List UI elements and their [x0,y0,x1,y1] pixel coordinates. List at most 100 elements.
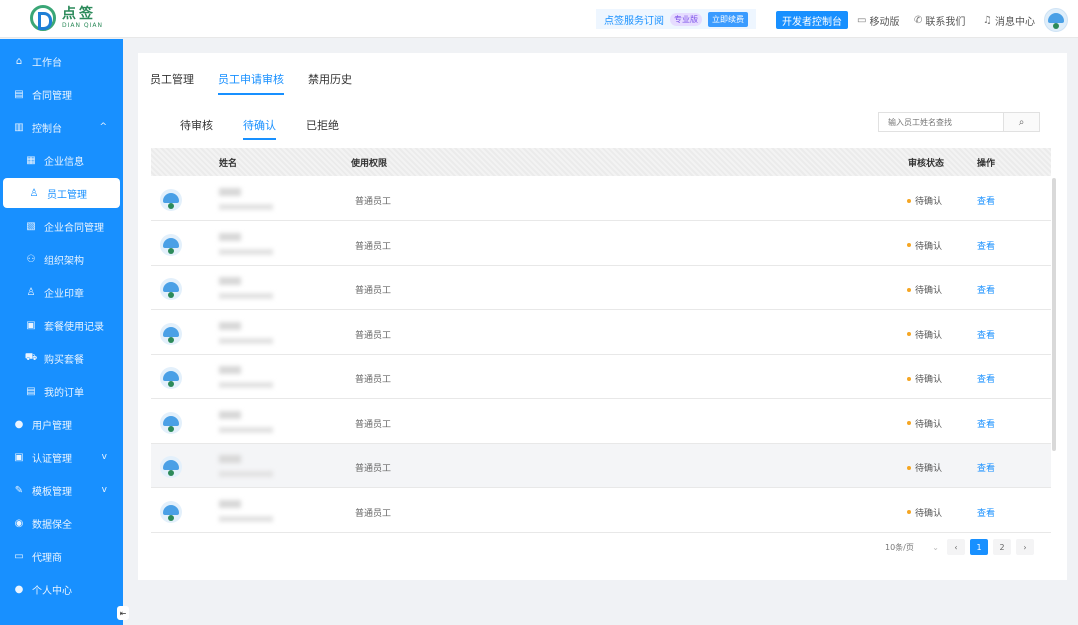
sidebar-item-17[interactable]: ● 个人中心 [0,574,123,604]
employee-avatar-icon [160,322,182,345]
sidebar-item-label: 购买套餐 [44,354,84,366]
service-subscription[interactable]: 点签服务订阅 专业版 立即续费 [596,9,756,29]
brand-logo[interactable]: 点签 DIAN QIAN [30,5,103,31]
view-link[interactable]: 查看 [977,372,995,385]
sidebar-item-label: 我的订单 [44,387,84,399]
sidebar-item-label: 数据保全 [32,519,72,531]
employee-info-redacted [219,204,273,210]
renew-button[interactable]: 立即续费 [708,11,748,27]
status-cell: 待确认 [907,506,942,519]
sidebar-item-16[interactable]: ▭ 代理商 [0,541,123,571]
record-icon: ▣ [26,319,36,331]
subtab-pending-confirm[interactable]: 待确认 [243,117,276,140]
tab-disabled-history[interactable]: 禁用历史 [308,71,352,95]
sidebar-item-9[interactable]: ▣ 套餐使用记录 [0,310,123,340]
next-page-button[interactable]: › [1016,539,1034,555]
sidebar-item-8[interactable]: ♙ 企业印章 [0,277,123,307]
table-row[interactable]: 普通员工 待确认 查看 [151,177,1051,221]
permission-cell: 普通员工 [355,197,392,207]
employee-name-redacted [219,410,241,419]
tab-employee-application-review[interactable]: 员工申请审核 [218,71,284,95]
sidebar-item-14[interactable]: ✎ 模板管理 v [0,475,123,505]
status-dot-icon [907,465,911,470]
sidebar-item-7[interactable]: ⚇ 组织架构 [0,244,123,274]
brand-name-en: DIAN QIAN [62,22,103,29]
collapse-sidebar-icon[interactable]: ⇤ [117,606,129,620]
sidebar-item-15[interactable]: ◉ 数据保全 [0,508,123,538]
template-icon: ✎ [14,484,24,496]
status-cell: 待确认 [907,283,942,296]
sidebar-item-label: 员工管理 [47,189,87,201]
sidebar-item-10[interactable]: ⛟ 购买套餐 [0,343,123,373]
subtab-pending-review[interactable]: 待审核 [180,117,213,140]
sidebar-item-6[interactable]: ▧ 企业合同管理 [0,211,123,241]
mobile-link[interactable]: ▭ 移动版 [857,13,899,28]
lock-icon: ◉ [14,517,24,529]
subtab-rejected[interactable]: 已拒绝 [306,117,339,140]
sidebar-item-label: 个人中心 [32,585,72,597]
status-cell: 待确认 [907,194,942,207]
chevron-down-icon: ⌄ [932,542,939,552]
search-input[interactable] [878,112,1004,132]
sidebar-item-13[interactable]: ▣ 认证管理 v [0,442,123,472]
page-size-select[interactable]: 10条/页 ⌄ [882,539,942,555]
user-avatar[interactable] [1044,8,1068,32]
status-cell: 待确认 [907,239,942,252]
view-link[interactable]: 查看 [977,461,995,474]
view-link[interactable]: 查看 [977,506,995,519]
table-header: 姓名 使用权限 审核状态 操作 [151,148,1051,176]
column-action: 操作 [977,158,996,169]
sidebar-item-5[interactable]: ♙ 员工管理 [3,178,120,208]
chart-icon: ▥ [14,121,24,133]
sidebar-item-11[interactable]: ▤ 我的订单 [0,376,123,406]
employee-info-redacted [219,471,273,477]
table-row[interactable]: 普通员工 待确认 查看 [151,355,1051,399]
table-row[interactable]: 普通员工 待确认 查看 [151,266,1051,310]
table-row[interactable]: 普通员工 待确认 查看 [151,310,1051,355]
column-name: 姓名 [219,158,238,169]
column-status: 审核状态 [908,158,945,169]
view-link[interactable]: 查看 [977,283,995,296]
table-scrollbar[interactable] [1052,178,1056,451]
status-dot-icon [907,332,911,336]
status-cell: 待确认 [907,417,942,430]
view-link[interactable]: 查看 [977,239,995,252]
employee-name-redacted [219,499,241,508]
employee-avatar-icon [160,278,182,300]
employee-name-redacted [219,277,241,285]
sidebar-item-3[interactable]: ▥ 控制台 ^ [0,112,123,142]
sidebar-item-label: 套餐使用记录 [44,321,104,333]
permission-cell: 普通员工 [355,241,392,252]
search-button[interactable]: ⌕ [1003,112,1040,132]
prev-page-button[interactable]: ‹ [947,539,965,555]
table-row[interactable]: 普通员工 待确认 查看 [151,221,1051,266]
sidebar-item-label: 认证管理 [32,453,72,465]
clipboard-icon: ▭ [857,15,867,26]
sidebar-item-12[interactable]: ● 用户管理 [0,409,123,439]
sidebar-item-2[interactable]: ▤ 合同管理 [0,79,123,109]
main-tabs: 员工管理 员工申请审核 禁用历史 [150,71,376,95]
vip-badge: 专业版 [670,12,702,26]
employee-info-redacted [219,337,273,344]
table-row[interactable]: 普通员工 待确认 查看 [151,488,1051,533]
sidebar-item-label: 组织架构 [44,255,84,267]
employee-name-redacted [219,188,241,196]
sidebar-item-4[interactable]: ▦ 企业信息 [0,145,123,175]
org-icon: ⚇ [26,253,36,265]
employee-info-redacted [219,248,273,255]
contact-link[interactable]: ✆ 联系我们 [914,13,965,28]
view-link[interactable]: 查看 [977,417,995,430]
sidebar-item-1[interactable]: ⌂ 工作台 [0,46,123,76]
message-center-link[interactable]: ♫ 消息中心 [983,13,1035,28]
table-row[interactable]: 普通员工 待确认 查看 [151,444,1051,488]
dev-console-button[interactable]: 开发者控制台 [776,11,848,29]
tab-employee-management[interactable]: 员工管理 [150,71,194,95]
phone-icon: ✆ [914,15,923,26]
view-link[interactable]: 查看 [977,194,995,207]
brand-name: 点签 [62,6,96,22]
page-1-button[interactable]: 1 [970,539,988,555]
view-link[interactable]: 查看 [977,328,995,341]
page-2-button[interactable]: 2 [993,539,1011,555]
table-row[interactable]: 普通员工 待确认 查看 [151,399,1051,444]
employee-avatar-icon [160,233,182,256]
